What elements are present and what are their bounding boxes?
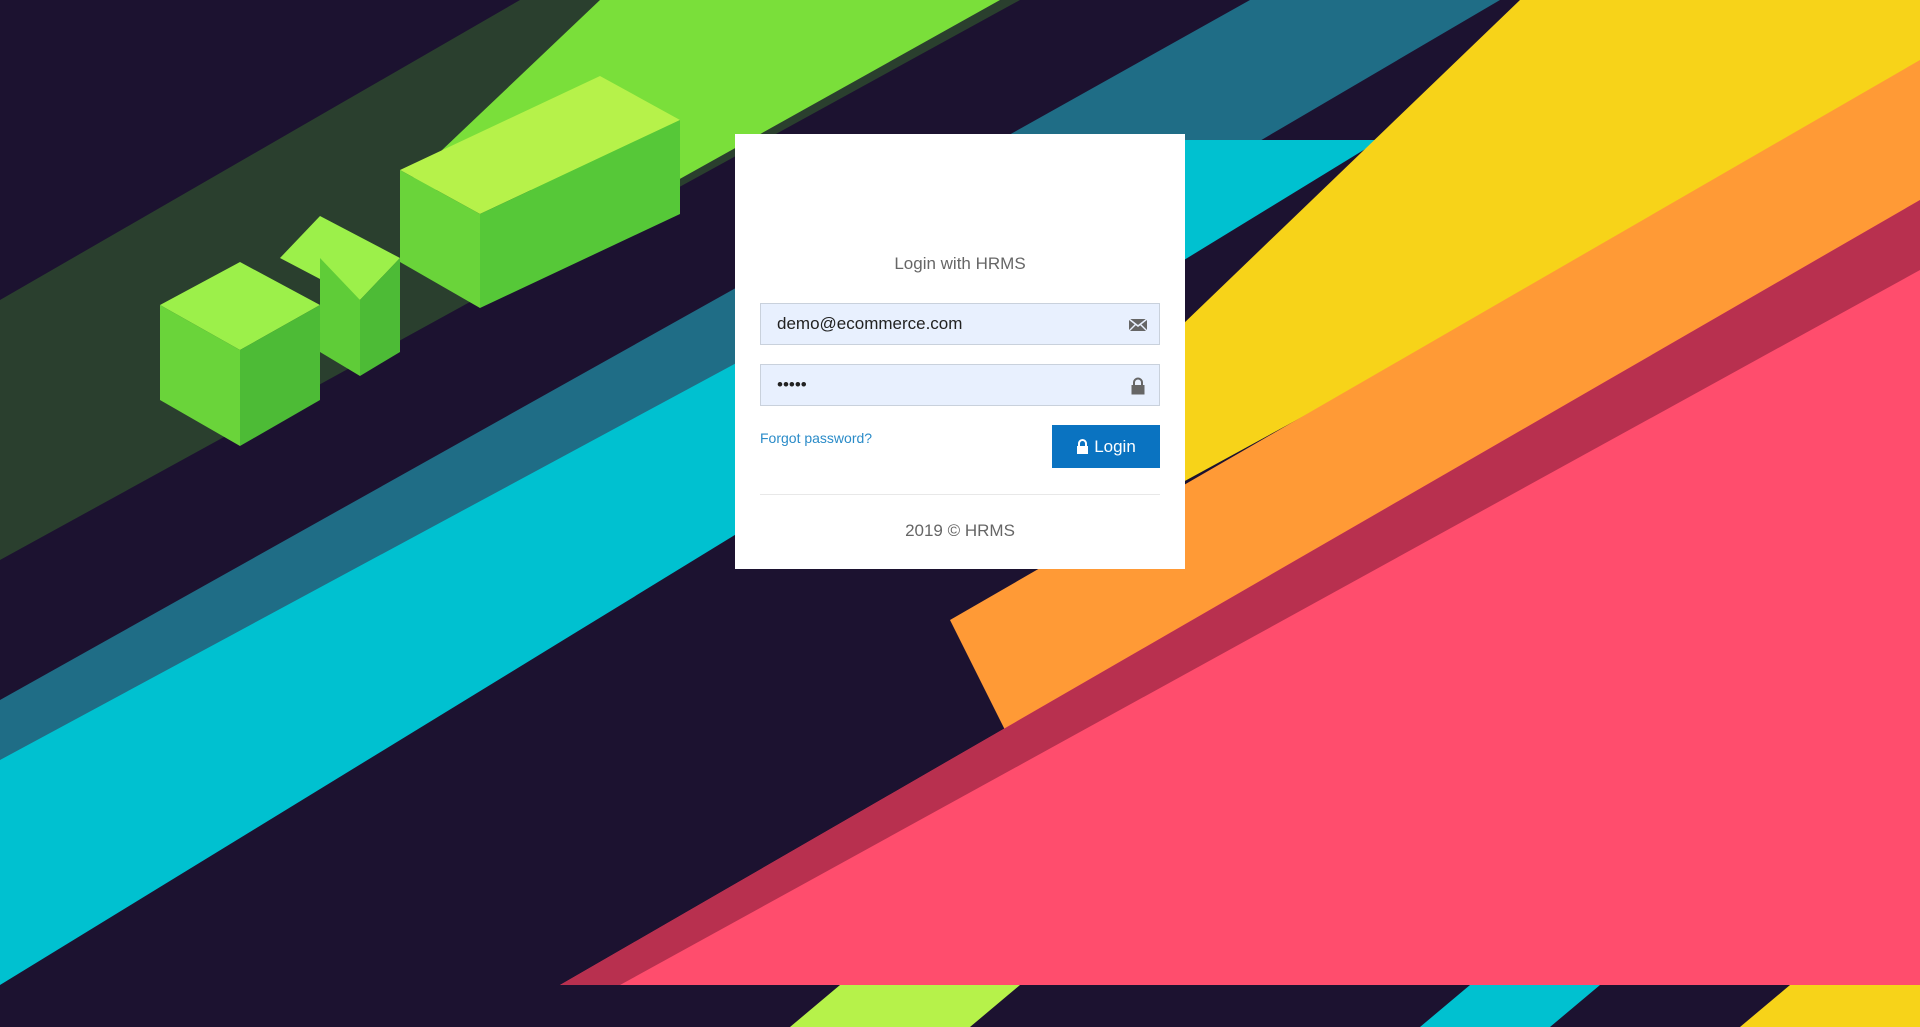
lock-icon [1077, 439, 1089, 454]
footer-copyright: 2019 © HRMS [905, 521, 1015, 540]
divider [760, 494, 1160, 495]
email-input[interactable] [761, 304, 1159, 344]
password-input[interactable] [761, 365, 1159, 405]
login-button[interactable]: Login [1052, 425, 1160, 468]
login-title: Login with HRMS [894, 254, 1026, 273]
login-card: Login with HRMS Forgot password? Login [735, 134, 1185, 569]
password-field-wrapper [760, 364, 1160, 406]
forgot-password-link[interactable]: Forgot password? [760, 430, 872, 446]
email-field-wrapper [760, 303, 1160, 345]
login-button-label: Login [1094, 436, 1136, 456]
envelope-icon [1128, 315, 1148, 335]
padlock-icon [1128, 376, 1148, 396]
